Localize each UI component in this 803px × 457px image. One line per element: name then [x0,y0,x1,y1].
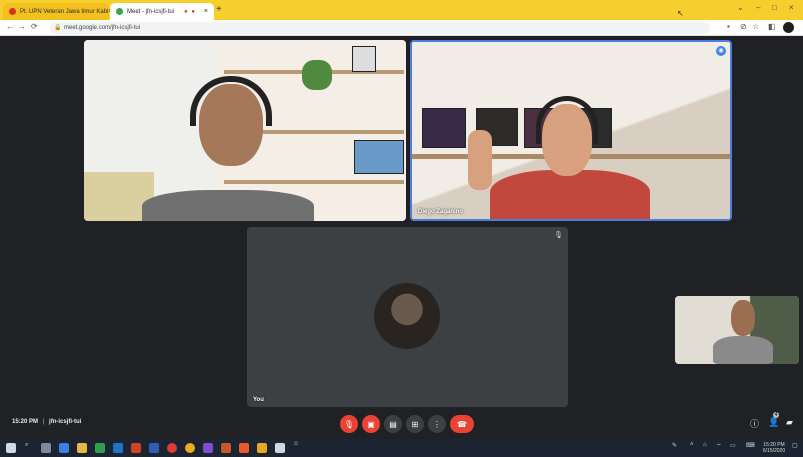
app-icon[interactable] [239,443,249,453]
opera-icon[interactable] [167,443,177,453]
network-icon[interactable]: ⌔ [716,442,722,450]
captions-button[interactable]: ▤ [384,415,402,433]
tray-up-icon[interactable]: ˄ [690,442,694,448]
browser-tab-meet[interactable]: Meet - jfn-icsjfi-tui ● ● × [110,3,214,20]
minimize-icon[interactable]: – [756,3,760,12]
camera-off-icon: ▣ [367,419,375,429]
browser-tab-upn[interactable]: Pt. UPN Veteran Jawa timur Kabi × [3,3,112,20]
self-view-tile[interactable] [675,296,799,364]
file-explorer-icon[interactable] [77,443,87,453]
tab-label: Meet - jfn-icsjfi-tui [127,8,175,15]
browser-address-bar: ← → ⟳ 🔒 meet.google.com/jfn-icsjfi-tui ▪… [0,20,803,36]
close-window-icon[interactable]: × [789,3,794,12]
participant-name: Diego Zaganino [418,209,463,215]
reload-icon[interactable]: ⟳ [31,22,38,31]
task-view-icon[interactable] [41,443,51,453]
album-frame [422,108,466,148]
mouse-cursor-icon: ↖ [677,9,684,18]
edge-icon[interactable] [113,443,123,453]
picture-frame [352,46,376,72]
chat-icon[interactable]: ▰ [786,417,793,428]
separator: | [42,419,45,425]
participant-name: You [253,397,264,403]
clock[interactable]: 15:20 PM 6/15/2020 [762,442,786,454]
emoji-icon[interactable]: ☺ [293,441,299,447]
profile-avatar[interactable] [783,22,794,33]
participant-hand [468,130,492,190]
participant-body [490,170,650,219]
shelf-board [224,180,404,184]
mic-off-icon: 🎙︎ [343,419,355,429]
app-icon[interactable] [203,443,213,453]
tab-favicon-icon [9,8,16,15]
chrome-icon[interactable] [185,443,195,453]
end-call-icon: ☎ [457,419,467,429]
participant-tile-you[interactable]: 🎙︎ You [247,227,568,407]
captions-icon: ▤ [389,419,397,429]
meeting-details[interactable]: 15:20 PM | jfn-icsjfi-tui [12,419,81,425]
participant-body [142,190,314,221]
camera-in-use-icon[interactable]: ▪ [727,22,730,31]
self-body [713,336,773,364]
windows-taskbar: ⌕ ☺ ✎ ˄ ⌂ ⌔ ▭ ⌨ 15:20 PM 6/15/2020 ▢ [0,439,803,457]
app-icon[interactable] [221,443,231,453]
bookmark-star-icon[interactable]: ☆ [752,22,759,31]
share-icon[interactable]: ⊘ [740,22,747,31]
mail-icon[interactable] [59,443,69,453]
more-options-button[interactable]: ⋮ [428,415,446,433]
lock-icon: 🔒 [54,25,62,31]
avatar [374,283,440,349]
present-button[interactable]: ⊞ [406,415,424,433]
search-icon[interactable]: ⌕ [25,442,28,449]
mic-toggle-button[interactable]: 🎙︎ [340,415,358,433]
browser-tab-bar: Pt. UPN Veteran Jawa timur Kabi × Meet -… [0,0,803,20]
close-tab-icon[interactable]: × [204,8,208,15]
clock-date: 6/15/2020 [762,448,786,454]
meeting-code: jfn-icsjfi-tui [49,419,82,425]
forward-icon[interactable]: → [18,22,26,31]
mic-off-icon: 🎙︎ [554,232,563,239]
meet-favicon-icon [116,8,123,15]
meeting-time: 15:20 PM [12,419,39,425]
keyboard-icon[interactable]: ⌨ [746,442,755,449]
app-icon[interactable] [257,443,267,453]
participant-count-badge: 4 [773,412,779,418]
app-icon[interactable] [275,443,285,453]
participant-tile-2[interactable]: ◉ Diego Zaganino [410,40,732,221]
active-speaker-icon: ◉ [716,46,726,56]
more-vert-icon: ⋮ [433,419,441,429]
pen-icon[interactable]: ✎ [672,442,677,449]
leave-call-button[interactable]: ☎ [450,415,474,433]
info-icon[interactable]: ⓘ [750,417,759,430]
self-head [731,300,755,336]
call-controls: 🎙︎ ▣ ▤ ⊞ ⋮ ☎ [340,415,474,433]
present-icon: ⊞ [411,419,419,429]
battery-icon[interactable]: ▭ [730,442,736,449]
notifications-icon[interactable]: ▢ [792,442,798,449]
back-icon[interactable]: ← [6,22,14,31]
picture-frame [354,140,404,174]
recording-indicator-icon: ● ● [184,8,196,15]
tab-label: Pt. UPN Veteran Jawa timur Kabi [20,8,109,15]
windows-start-icon[interactable] [6,443,16,453]
url-input[interactable]: 🔒 meet.google.com/jfn-icsjfi-tui [50,22,710,34]
plant [302,60,332,90]
location-icon[interactable]: ⌂ [703,442,707,448]
people-icon[interactable]: 👤 [768,417,779,428]
participant-tile-1[interactable] [84,40,406,221]
powerpoint-icon[interactable] [131,443,141,453]
new-tab-button[interactable]: + [216,4,222,15]
maximize-icon[interactable]: □ [772,3,777,12]
dropdown-icon[interactable]: ⌄ [737,3,744,12]
excel-icon[interactable] [95,443,105,453]
word-icon[interactable] [149,443,159,453]
camera-toggle-button[interactable]: ▣ [362,415,380,433]
url-text: meet.google.com/jfn-icsjfi-tui [64,25,141,31]
extension-icon[interactable]: ◧ [768,22,776,31]
